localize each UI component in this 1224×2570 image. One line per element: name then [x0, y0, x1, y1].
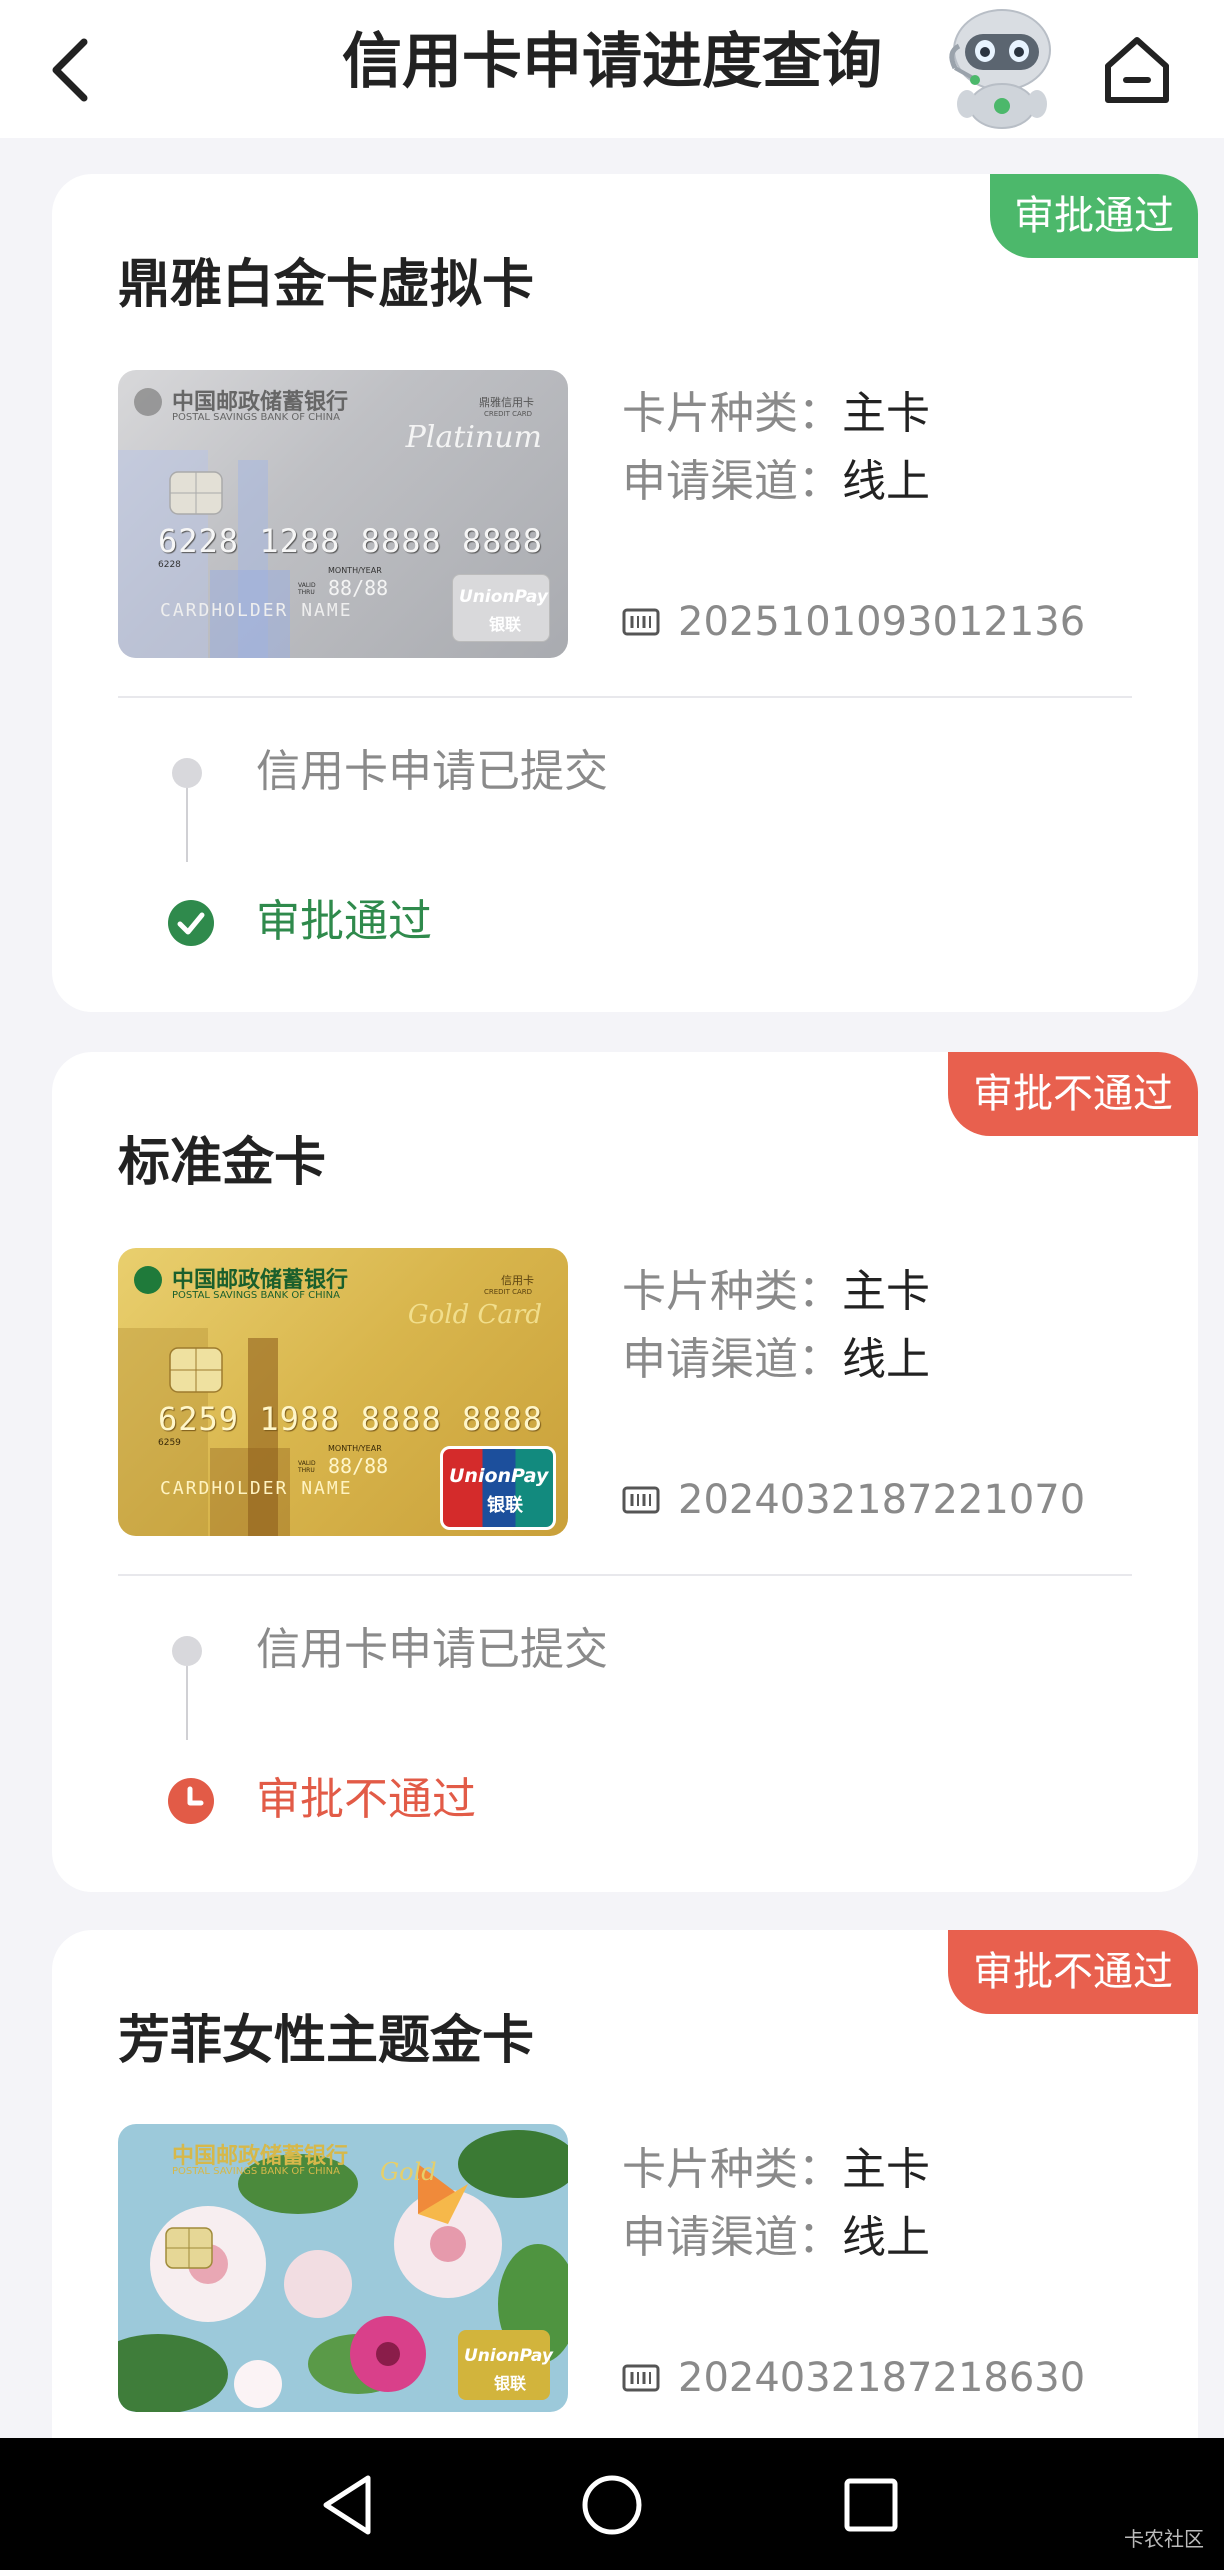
validity-label: MONTH/YEAR: [328, 566, 382, 575]
card-product-label-en: CREDIT CARD: [483, 410, 532, 418]
step-submitted: 信用卡申请已提交: [256, 746, 608, 797]
step-connector: [186, 1666, 188, 1740]
card-number: 6259 1988 8888 8888: [158, 1400, 544, 1438]
status-badge: 审批不通过: [948, 1052, 1198, 1136]
top-bar: 信用卡申请进度查询: [0, 0, 1224, 138]
bank-name-en: POSTAL SAVINGS BANK OF CHINA: [172, 2166, 340, 2177]
cardholder-name: CARDHOLDER NAME: [160, 1478, 353, 1499]
card-product-label: 鼎雅信用卡: [479, 396, 534, 409]
card-tier: Gold: [380, 2158, 437, 2186]
card-type-label: 卡片种类：: [622, 2144, 842, 2195]
card-type-row: 卡片种类：主卡: [622, 2140, 930, 2200]
validity-label: MONTH/YEAR: [328, 1444, 382, 1453]
unionpay-logo-en: UnionPay: [449, 1465, 549, 1487]
home-icon: [1105, 37, 1169, 103]
card-product-name: 芳菲女性主题金卡: [118, 2011, 535, 2071]
watermark-text: 卡农社区: [1124, 2527, 1204, 2551]
check-circle-icon: [168, 900, 214, 946]
nav-recents-icon[interactable]: [834, 2468, 908, 2542]
card-number-short: 6259: [158, 1438, 181, 1448]
robot-assistant-icon[interactable]: [945, 8, 1060, 130]
step-connector: [186, 788, 188, 862]
card-product-label-en: CREDIT CARD: [483, 1288, 532, 1296]
channel-value: 线上: [842, 456, 930, 507]
channel-label: 申请渠道：: [622, 2212, 842, 2263]
clock-icon: [168, 1778, 214, 1824]
application-number-value: 2024032187221070: [678, 1477, 1086, 1523]
card-type-row: 卡片种类：主卡: [622, 384, 930, 444]
valid-thru-label: VALID THRU: [298, 582, 316, 596]
application-number-value: 2024032187218630: [678, 2355, 1086, 2401]
card-type-value: 主卡: [842, 1266, 930, 1317]
bank-name-en: POSTAL SAVINGS BANK OF CHINA: [172, 412, 340, 423]
card-product-name: 标准金卡: [118, 1133, 327, 1193]
barcode-icon: [622, 2364, 660, 2392]
unionpay-logo-en: UnionPay: [464, 2346, 553, 2366]
application-card[interactable]: 审批不通过 芳菲女性主题金卡 中国邮政储蓄银行 POSTAL SAVINGS B…: [52, 1930, 1198, 2490]
channel-value: 线上: [842, 1334, 930, 1385]
card-tier: Gold Card: [407, 1300, 542, 1330]
barcode-icon: [622, 608, 660, 636]
valid-thru: 88/88: [328, 576, 389, 600]
valid-thru-label: VALID THRU: [298, 1460, 316, 1474]
system-nav-bar: 卡农社区: [0, 2438, 1224, 2570]
channel-value: 线上: [842, 2212, 930, 2263]
unionpay-logo-cn: 银联: [489, 615, 522, 634]
nav-back-icon[interactable]: [312, 2468, 386, 2542]
divider: [118, 696, 1132, 698]
card-type-value: 主卡: [842, 388, 930, 439]
application-card[interactable]: 审批通过 鼎雅白金卡虚拟卡 中国邮政储蓄银行 POSTAL SAVINGS BA…: [52, 174, 1198, 1012]
step-submitted: 信用卡申请已提交: [256, 1624, 608, 1675]
unionpay-logo-cn: 银联: [494, 2374, 527, 2393]
application-number: 2025101093012136: [622, 594, 1085, 650]
channel-row: 申请渠道：线上: [622, 1330, 930, 1390]
card-number: 6228 1288 8888 8888: [158, 522, 544, 560]
status-badge: 审批通过: [990, 174, 1198, 258]
valid-thru: 88/88: [328, 1454, 389, 1478]
application-number: 2024032187221070: [622, 1472, 1085, 1528]
status-badge: 审批不通过: [948, 1930, 1198, 2014]
card-tier: Platinum: [405, 420, 542, 455]
card-product-label: 信用卡: [501, 1274, 534, 1287]
bank-name-en: POSTAL SAVINGS BANK OF CHINA: [172, 1290, 340, 1301]
application-number-value: 2025101093012136: [678, 599, 1086, 645]
card-type-label: 卡片种类：: [622, 1266, 842, 1317]
step-result: 审批不通过: [256, 1774, 476, 1825]
channel-label: 申请渠道：: [622, 1334, 842, 1385]
step-dot: [172, 1636, 202, 1666]
channel-row: 申请渠道：线上: [622, 452, 930, 512]
unionpay-logo-cn: 银联: [487, 1495, 523, 1516]
application-card[interactable]: 审批不通过 标准金卡 中国邮政储蓄银行 POSTAL SAVINGS BANK …: [52, 1052, 1198, 1892]
card-number-short: 6228: [158, 560, 181, 570]
card-image: 中国邮政储蓄银行 POSTAL SAVINGS BANK OF CHINA 信用…: [118, 1248, 568, 1536]
card-type-value: 主卡: [842, 2144, 930, 2195]
nav-home-icon[interactable]: [575, 2468, 649, 2542]
application-number: 2024032187218630: [622, 2350, 1085, 2406]
channel-label: 申请渠道：: [622, 456, 842, 507]
card-type-row: 卡片种类：主卡: [622, 1262, 930, 1322]
divider: [118, 1574, 1132, 1576]
step-result: 审批通过: [256, 896, 432, 947]
home-button[interactable]: [1100, 30, 1175, 110]
cardholder-name: CARDHOLDER NAME: [160, 600, 353, 621]
card-image: 中国邮政储蓄银行 POSTAL SAVINGS BANK OF CHINA Go…: [118, 2124, 568, 2412]
unionpay-logo: UnionPay 银联: [440, 1446, 556, 1530]
card-type-label: 卡片种类：: [622, 388, 842, 439]
card-image: 中国邮政储蓄银行 POSTAL SAVINGS BANK OF CHINA 鼎雅…: [118, 370, 568, 658]
step-dot: [172, 758, 202, 788]
unionpay-logo-en: UnionPay: [459, 587, 548, 607]
card-product-name: 鼎雅白金卡虚拟卡: [118, 255, 535, 315]
channel-row: 申请渠道：线上: [622, 2208, 930, 2268]
unionpay-logo: UnionPay 银联: [458, 2330, 553, 2400]
unionpay-logo: UnionPay 银联: [452, 574, 550, 642]
barcode-icon: [622, 1486, 660, 1514]
